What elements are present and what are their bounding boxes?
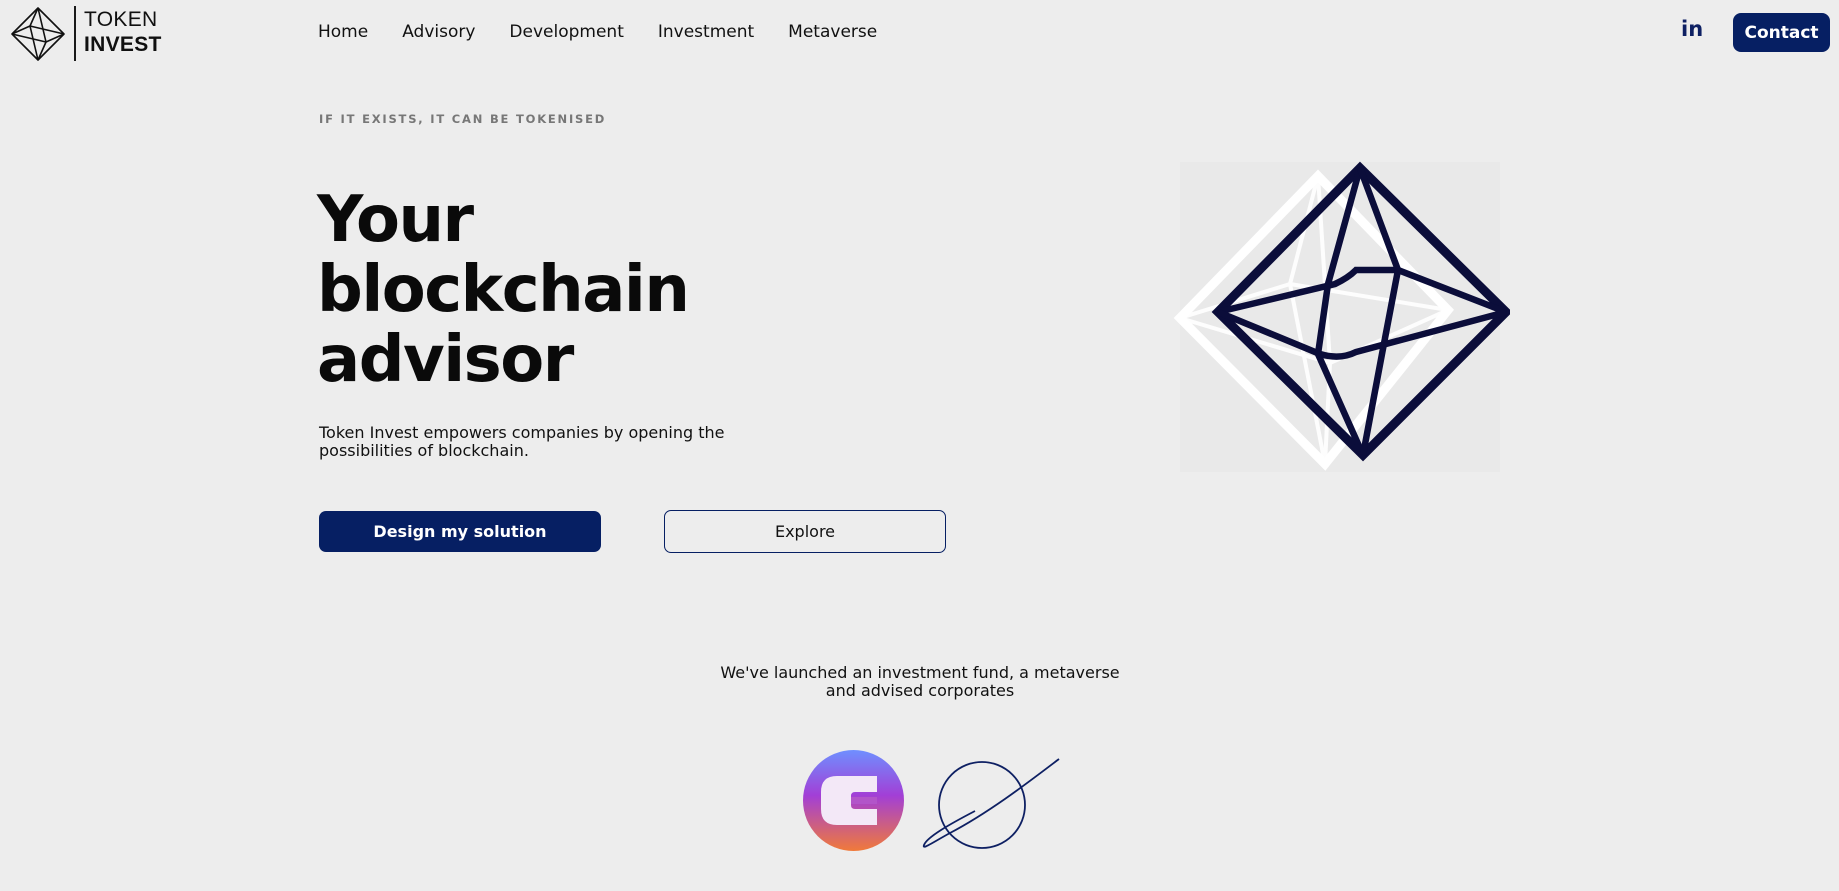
octahedron-logo-icon bbox=[11, 7, 65, 61]
launches-text-line: We've launched an investment fund, a met… bbox=[720, 663, 1120, 682]
hero-title: Your blockchain advisor bbox=[317, 183, 690, 397]
hero-title-line: Your bbox=[317, 183, 474, 257]
hero-title-line: advisor bbox=[317, 323, 574, 397]
hero-description: Token Invest empowers companies by openi… bbox=[319, 423, 725, 460]
nav-item-home[interactable]: Home bbox=[318, 22, 368, 44]
nav-item-advisory[interactable]: Advisory bbox=[402, 22, 475, 44]
main-nav: Home Advisory Development Investment Met… bbox=[318, 22, 911, 44]
hero-title-line: blockchain bbox=[317, 253, 690, 327]
launches-text-line: and advised corporates bbox=[825, 681, 1015, 700]
site-header: TOKEN INVEST Home Advisory Development I… bbox=[0, 0, 1839, 66]
brand-logo[interactable]: TOKEN INVEST bbox=[10, 6, 170, 62]
logo-divider bbox=[74, 6, 76, 61]
brand-name-line1: TOKEN bbox=[84, 8, 158, 31]
nav-item-development[interactable]: Development bbox=[509, 22, 623, 44]
e-gradient-logo[interactable] bbox=[803, 750, 904, 851]
explore-button[interactable]: Explore bbox=[664, 510, 946, 553]
contact-button[interactable]: Contact bbox=[1733, 13, 1830, 52]
nav-item-investment[interactable]: Investment bbox=[658, 22, 754, 44]
launches-text: We've launched an investment fund, a met… bbox=[700, 664, 1140, 700]
nav-item-metaverse[interactable]: Metaverse bbox=[788, 22, 877, 44]
hero-tagline: IF IT EXISTS, IT CAN BE TOKENISED bbox=[319, 112, 607, 126]
design-solution-button[interactable]: Design my solution bbox=[319, 511, 601, 552]
planet-orbit-logo[interactable] bbox=[920, 757, 1060, 851]
brand-name-line2: INVEST bbox=[84, 33, 162, 56]
octahedron-graphic bbox=[1173, 161, 1510, 472]
linkedin-icon[interactable]: in bbox=[1681, 17, 1703, 41]
